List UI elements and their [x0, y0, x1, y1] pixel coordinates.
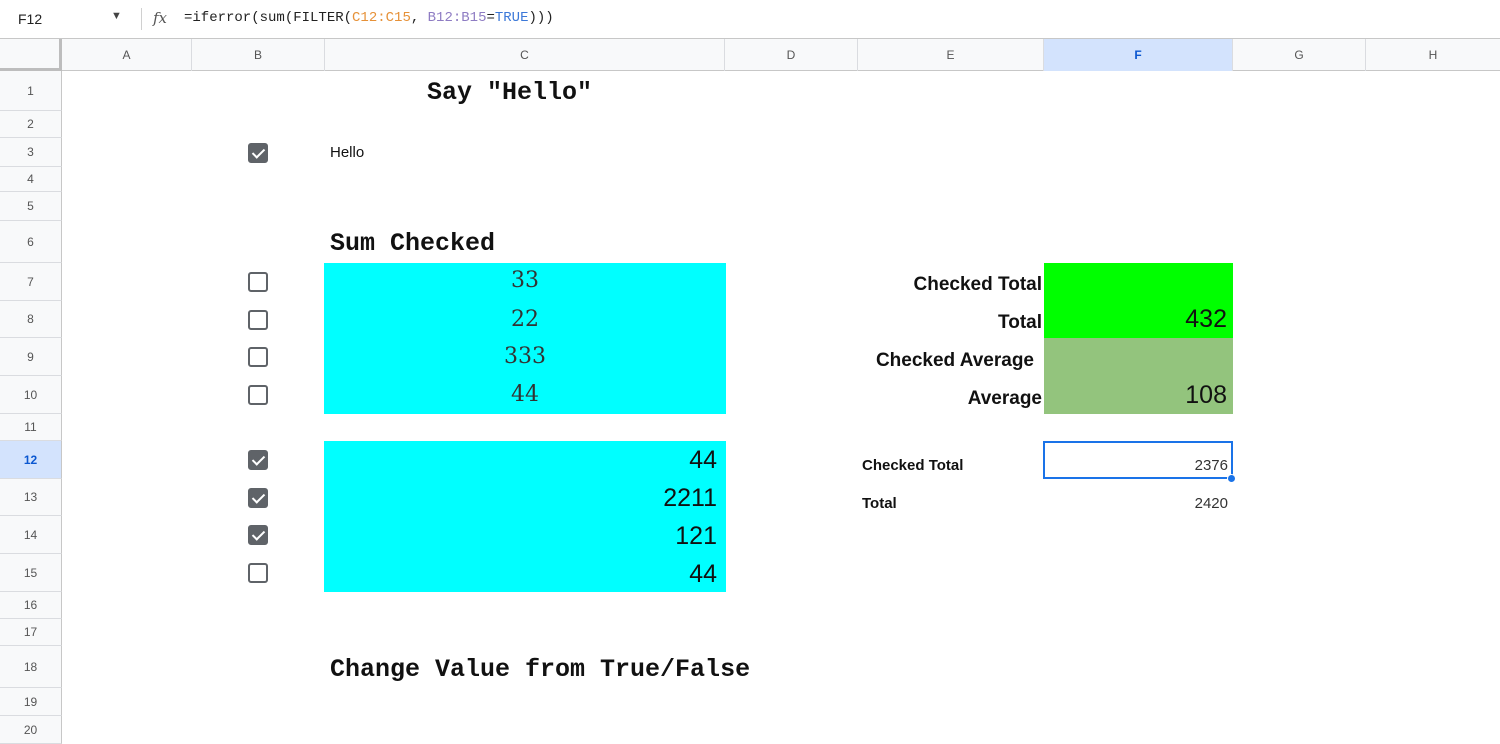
- title-sum-checked: Sum Checked: [330, 229, 496, 258]
- column-header-e[interactable]: E: [858, 39, 1044, 71]
- title-say-hello: Say "Hello": [427, 78, 593, 107]
- checkbox-b15[interactable]: [248, 563, 268, 583]
- label-total-small: Total: [862, 495, 897, 512]
- value-average[interactable]: 108: [1044, 381, 1233, 410]
- name-box-dropdown-icon[interactable]: ▼: [111, 10, 122, 22]
- row-header-17[interactable]: 17: [0, 619, 62, 646]
- column-header-c[interactable]: C: [325, 39, 725, 71]
- label-checked-average: Checked Average: [875, 350, 1034, 371]
- row-header-8[interactable]: 8: [0, 301, 62, 338]
- label-checked-total: Checked Total: [913, 274, 1042, 295]
- formula-range-values: C12:C15: [352, 10, 411, 26]
- row-header-7[interactable]: 7: [0, 263, 62, 301]
- hello-text: Hello: [330, 144, 365, 161]
- cell-c15[interactable]: 44: [325, 560, 725, 589]
- row-header-3[interactable]: 3: [0, 138, 62, 167]
- fill-handle[interactable]: [1227, 474, 1236, 483]
- cell-c13[interactable]: 2211: [325, 484, 725, 513]
- formula-range-checks: B12:B15: [427, 10, 487, 26]
- label-average: Average: [967, 388, 1042, 409]
- value-total-small[interactable]: 2420: [1044, 495, 1228, 512]
- cell-c12[interactable]: 44: [325, 446, 725, 475]
- row-header-10[interactable]: 10: [0, 376, 62, 414]
- column-header-b[interactable]: B: [192, 39, 325, 71]
- row-header-16[interactable]: 16: [0, 592, 62, 619]
- formula-part: ))): [528, 10, 554, 26]
- checkbox-b14[interactable]: [248, 525, 268, 545]
- formula-true: TRUE: [494, 10, 529, 26]
- title-change-value: Change Value from True/False: [330, 655, 751, 684]
- checkbox-b12[interactable]: [248, 450, 268, 470]
- row-header-14[interactable]: 14: [0, 516, 62, 554]
- checkbox-b9[interactable]: [248, 347, 268, 367]
- name-box[interactable]: F12: [18, 11, 42, 27]
- select-all-corner[interactable]: [0, 39, 62, 71]
- row-header-9[interactable]: 9: [0, 338, 62, 376]
- row-header-6[interactable]: 6: [0, 221, 62, 263]
- row-header-2[interactable]: 2: [0, 111, 62, 138]
- row-header-5[interactable]: 5: [0, 192, 62, 221]
- cell-c8[interactable]: 22: [325, 307, 725, 332]
- formula-input[interactable]: =iferror(sum(FILTER(C12:C15, B12:B15=TRU…: [184, 10, 554, 26]
- formula-part: =iferror(sum(FILTER(: [184, 10, 353, 26]
- row-header-1[interactable]: 1: [0, 71, 62, 111]
- cell-c9[interactable]: 333: [325, 344, 725, 369]
- label-total: Total: [998, 312, 1042, 333]
- row-header-4[interactable]: 4: [0, 167, 62, 192]
- row-header-18[interactable]: 18: [0, 646, 62, 688]
- checkbox-b8[interactable]: [248, 310, 268, 330]
- checkbox-b13[interactable]: [248, 488, 268, 508]
- function-icon: fx: [153, 9, 168, 27]
- column-header-f[interactable]: F: [1044, 39, 1233, 71]
- formula-part: ,: [410, 10, 428, 26]
- formula-bar-divider: [141, 8, 142, 30]
- row-header-11[interactable]: 11: [0, 414, 62, 441]
- formula-part: =: [486, 10, 495, 26]
- row-header-12[interactable]: 12: [0, 441, 62, 479]
- cell-c7[interactable]: 33: [325, 268, 725, 293]
- column-header-h[interactable]: H: [1366, 39, 1500, 71]
- row-header-20[interactable]: 20: [0, 716, 62, 744]
- cell-c14[interactable]: 121: [325, 522, 725, 551]
- row-header-15[interactable]: 15: [0, 554, 62, 592]
- cell-c10[interactable]: 44: [325, 382, 725, 407]
- column-header-g[interactable]: G: [1233, 39, 1366, 71]
- column-header-a[interactable]: A: [62, 39, 192, 71]
- column-header-d[interactable]: D: [725, 39, 858, 71]
- checkbox-b7[interactable]: [248, 272, 268, 292]
- row-header-13[interactable]: 13: [0, 479, 62, 516]
- row-header-19[interactable]: 19: [0, 688, 62, 716]
- checkbox-b10[interactable]: [248, 385, 268, 405]
- value-total[interactable]: 432: [1044, 305, 1233, 334]
- value-checked-total-small[interactable]: 2376: [1044, 457, 1228, 474]
- label-checked-total-small: Checked Total: [862, 457, 964, 474]
- checkbox-b3[interactable]: [248, 143, 268, 163]
